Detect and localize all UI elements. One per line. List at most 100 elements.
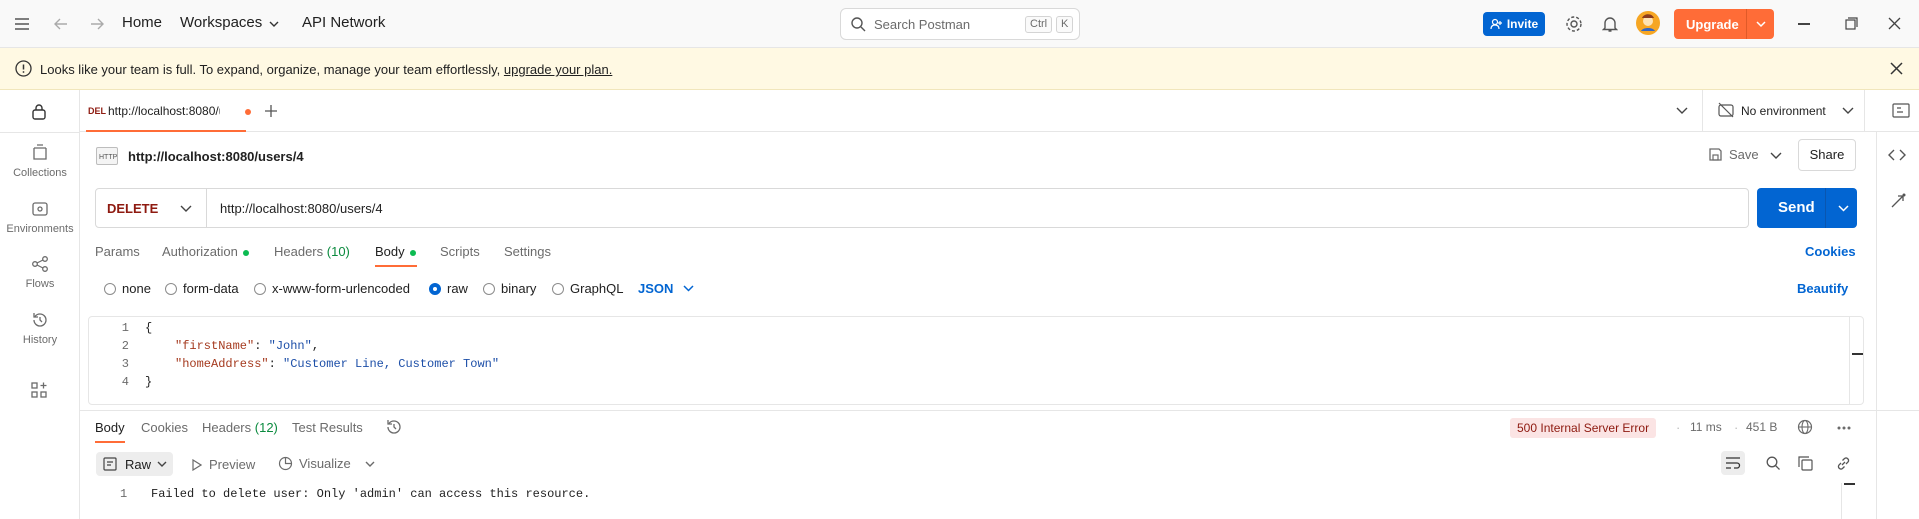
code-snippet-icon[interactable] [1888, 148, 1906, 162]
radio-none[interactable]: none [104, 281, 151, 296]
history-icon[interactable] [386, 419, 402, 435]
tab-params[interactable]: Params [95, 244, 140, 259]
banner-text: Looks like your team is full. To expand,… [40, 62, 612, 77]
minimize-icon[interactable] [1798, 23, 1810, 25]
radio-label: GraphQL [570, 281, 624, 296]
upgrade-button[interactable]: Upgrade [1674, 9, 1774, 39]
tab-body-label: Body [375, 244, 405, 259]
tab-scripts[interactable]: Scripts [440, 244, 480, 259]
request-body-editor[interactable]: 1 { 2 "firstName": "John", 3 "homeAddres… [88, 316, 1864, 405]
editor-scrollbar[interactable] [1849, 317, 1850, 404]
scroll-thumb[interactable] [1852, 353, 1863, 355]
radio-label: none [122, 281, 151, 296]
new-tab-plus-icon[interactable] [264, 104, 278, 118]
tab-settings[interactable]: Settings [504, 244, 551, 259]
response-size[interactable]: 451 B [1746, 420, 1777, 434]
save-button[interactable]: Save [1708, 147, 1759, 162]
search-placeholder: Search Postman [874, 17, 971, 32]
radio-graphql[interactable]: GraphQL [552, 281, 623, 296]
save-chevron-icon[interactable] [1770, 152, 1782, 160]
tabs-dropdown-chevron-icon[interactable] [1676, 107, 1688, 115]
close-banner-icon[interactable] [1890, 62, 1903, 75]
nav-home[interactable]: Home [122, 14, 162, 31]
status-badge[interactable]: 500 Internal Server Error [1510, 418, 1657, 438]
share-label: Share [1809, 147, 1845, 162]
radio-x-www-form-urlencoded[interactable]: x-www-form-urlencoded [254, 281, 410, 296]
preview-label: Preview [209, 457, 256, 472]
search-input[interactable]: Search Postman Ctrl K [840, 8, 1080, 40]
radio-form-data[interactable]: form-data [165, 281, 239, 296]
radio-binary[interactable]: binary [483, 281, 536, 296]
avatar[interactable] [1636, 11, 1660, 35]
response-tab-headers[interactable]: Headers (12) [202, 420, 278, 435]
send-chevron-icon[interactable] [1838, 205, 1849, 212]
scroll-thumb[interactable] [1844, 483, 1855, 485]
response-tab-test-results[interactable]: Test Results [292, 420, 363, 435]
sidebar-item-label: History [22, 334, 58, 346]
response-tab-cookies[interactable]: Cookies [141, 420, 188, 435]
search-icon[interactable] [1766, 456, 1781, 471]
response-headers-count: (12) [254, 420, 278, 435]
radio-circle-selected [429, 283, 441, 295]
response-tab-body[interactable]: Body [95, 420, 125, 435]
request-tab[interactable]: DEL http://localhost:8080/us [86, 90, 251, 132]
request-name[interactable]: http://localhost:8080/users/4 [128, 149, 304, 164]
tab-headers-count: (10) [326, 244, 350, 259]
menu-icon[interactable] [14, 17, 30, 31]
sidebar-item-history[interactable]: History [0, 311, 80, 346]
url-input[interactable]: http://localhost:8080/users/4 [220, 201, 383, 216]
warning-icon [15, 60, 32, 77]
environment-selector[interactable]: No environment [1741, 104, 1826, 118]
send-button[interactable]: Send [1757, 188, 1857, 228]
banner-message: Looks like your team is full. To expand,… [40, 62, 504, 77]
sidebar-item-collections[interactable]: Collections [0, 144, 80, 179]
response-time[interactable]: 11 ms [1690, 420, 1722, 434]
beautify-link[interactable]: Beautify [1797, 281, 1848, 296]
radio-raw[interactable]: raw [429, 281, 468, 296]
sidebar-item-environments[interactable]: Environments [0, 200, 80, 235]
invite-button[interactable]: Invite [1483, 12, 1545, 36]
sidebar-item-flows[interactable]: Flows [0, 255, 80, 290]
response-divider[interactable] [80, 410, 1919, 411]
response-scrollbar[interactable] [1841, 483, 1842, 519]
tab-headers[interactable]: Headers (10) [274, 244, 350, 259]
raw-view-button[interactable]: Raw [96, 452, 173, 476]
separator-dot: · [1734, 420, 1739, 435]
share-button[interactable]: Share [1798, 139, 1856, 171]
method-label: DELETE [107, 201, 159, 216]
notifications-bell-icon[interactable] [1602, 15, 1618, 33]
nav-api-network[interactable]: API Network [302, 14, 385, 31]
network-globe-icon[interactable] [1797, 419, 1813, 435]
environment-chevron-icon[interactable] [1842, 107, 1854, 115]
upgrade-chevron-icon[interactable] [1756, 21, 1766, 28]
preview-button[interactable]: Preview [192, 457, 255, 472]
related-collections-icon[interactable] [1889, 193, 1907, 211]
apps-grid-icon[interactable] [30, 381, 48, 399]
copy-icon[interactable] [1798, 456, 1813, 471]
raw-chevron-icon [157, 461, 167, 467]
close-window-icon[interactable] [1888, 17, 1901, 30]
cookies-link[interactable]: Cookies [1805, 244, 1856, 259]
method-select[interactable]: DELETE [96, 189, 207, 227]
settings-gear-icon[interactable] [1565, 15, 1583, 33]
upgrade-plan-link[interactable]: upgrade your plan. [504, 62, 612, 77]
tab-body[interactable]: Body [375, 244, 416, 259]
link-icon[interactable] [1836, 456, 1851, 471]
back-arrow-icon[interactable] [54, 17, 68, 31]
visualize-button[interactable]: Visualize [278, 456, 351, 471]
restore-icon[interactable] [1845, 17, 1858, 30]
search-icon [850, 16, 866, 32]
format-select[interactable]: JSON [638, 281, 694, 296]
lock-icon[interactable] [31, 103, 47, 120]
chevron-down-icon[interactable] [269, 20, 279, 28]
tab-authorization[interactable]: Authorization [162, 244, 249, 259]
forward-arrow-icon[interactable] [90, 17, 104, 31]
visualize-chevron-icon[interactable] [365, 461, 375, 468]
nav-workspaces[interactable]: Workspaces [180, 14, 262, 31]
no-environment-icon [1718, 102, 1734, 118]
more-options-icon[interactable] [1837, 426, 1851, 430]
wrap-lines-button[interactable] [1721, 451, 1745, 475]
radio-circle [483, 283, 495, 295]
environment-quicklook-icon[interactable] [1892, 102, 1910, 120]
radio-circle [104, 283, 116, 295]
